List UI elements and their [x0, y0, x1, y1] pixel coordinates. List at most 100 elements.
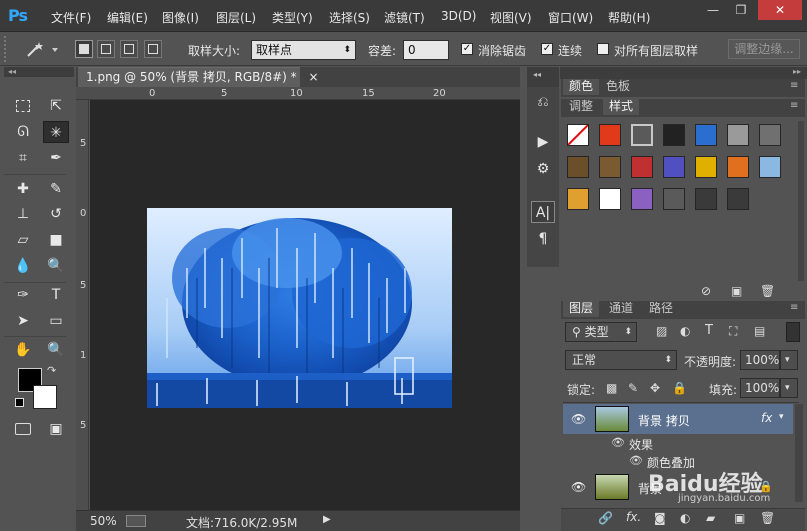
zoom-tool-icon[interactable]: 🔍 [43, 339, 69, 361]
default-colors-icon[interactable] [15, 398, 24, 407]
history-brush-tool-icon[interactable]: ↺ [43, 203, 69, 225]
swap-colors-icon[interactable]: ↷ [47, 364, 56, 377]
path-selection-tool-icon[interactable]: ➤ [10, 310, 36, 332]
tab-adjustments[interactable]: 调整 [563, 99, 599, 115]
layers-scrollbar[interactable] [795, 404, 803, 502]
add-selection-button[interactable] [97, 40, 115, 58]
document-image[interactable] [147, 208, 452, 408]
toolbox-collapse-icon[interactable]: ◂◂ [4, 67, 74, 77]
crop-tool-icon[interactable]: ⌗ [10, 147, 36, 169]
layer-row-background-copy[interactable]: 👁 背景 拷贝 fx ▾ [563, 404, 793, 434]
menu-type[interactable]: 类型(Y) [272, 9, 313, 26]
tolerance-input[interactable]: 0 [403, 40, 449, 60]
new-style-icon[interactable]: ▣ [731, 284, 742, 298]
status-menu-arrow-icon[interactable]: ▶ [323, 514, 331, 525]
magic-wand-tool-icon[interactable]: ✳ [43, 121, 69, 143]
style-swatch[interactable] [567, 188, 589, 210]
filter-toggle-switch[interactable] [786, 322, 800, 342]
adjustment-layer-icon[interactable]: ◐ [680, 511, 690, 525]
menu-edit[interactable]: 编辑(E) [107, 9, 148, 26]
dock-collapse-icon[interactable]: ◂◂ [527, 67, 559, 87]
dodge-tool-icon[interactable]: 🔍 [43, 255, 69, 277]
blur-tool-icon[interactable]: 💧 [10, 255, 36, 277]
properties-panel-icon[interactable]: ⚙ [531, 158, 555, 180]
sample-size-select[interactable]: 取样点 ⬍ [251, 40, 356, 60]
background-color-swatch[interactable] [33, 385, 57, 409]
panel-collapse-icon[interactable]: ▸▸ [560, 67, 807, 79]
character-panel-icon[interactable]: A| [531, 201, 555, 223]
effects-eye-icon[interactable]: 👁 [611, 436, 625, 449]
quick-mask-icon[interactable] [10, 418, 36, 440]
menu-help[interactable]: 帮助(H) [608, 9, 650, 26]
sample-all-layers-checkbox[interactable] [597, 43, 609, 55]
zoom-level[interactable]: 50% [90, 514, 117, 528]
filter-smart-object-icon[interactable]: ▤ [754, 324, 765, 338]
menu-layer[interactable]: 图层(L) [216, 9, 256, 26]
tab-layers[interactable]: 图层 [563, 301, 600, 317]
menu-filter[interactable]: 滤镜(T) [384, 9, 425, 26]
hand-tool-icon[interactable]: ✋ [10, 339, 36, 361]
new-layer-icon[interactable]: ▣ [734, 511, 745, 525]
style-swatch[interactable] [599, 156, 621, 178]
add-style-fx-icon[interactable]: fx. [626, 510, 641, 524]
panel-menu-icon[interactable]: ≡ [790, 100, 798, 111]
delete-layer-icon[interactable]: 🗑 [760, 511, 775, 525]
filter-adjustment-icon[interactable]: ◐ [680, 324, 690, 338]
menu-image[interactable]: 图像(I) [162, 9, 199, 26]
eyedropper-tool-icon[interactable]: ✒ [43, 147, 69, 169]
style-swatch[interactable] [727, 156, 749, 178]
fill-input[interactable]: 100% [740, 378, 780, 398]
delete-style-icon[interactable]: 🗑 [760, 284, 775, 298]
visibility-eye-icon[interactable]: 👁 [571, 480, 586, 494]
actions-panel-icon[interactable]: ▶ [531, 131, 555, 153]
antialias-checkbox[interactable]: ✓ [461, 43, 473, 55]
document-tab[interactable]: 1.png @ 50% (背景 拷贝, RGB/8#) * × [78, 67, 319, 87]
effect-eye-icon[interactable]: 👁 [629, 454, 643, 467]
style-swatch[interactable] [663, 124, 685, 146]
marquee-tool-icon[interactable] [10, 95, 36, 117]
lock-position-icon[interactable]: ✥ [650, 381, 660, 395]
lock-pixels-icon[interactable]: ✎ [628, 381, 638, 395]
expand-effects-icon[interactable]: ▾ [779, 412, 784, 422]
effects-row[interactable]: 👁 效果 [563, 434, 793, 452]
lock-all-icon[interactable]: 🔒 [672, 381, 687, 395]
move-tool-icon[interactable]: ⇱ [43, 95, 69, 117]
blend-mode-select[interactable]: 正常 ⬍ [565, 350, 677, 370]
new-selection-button[interactable] [75, 40, 93, 58]
filter-shape-icon[interactable]: ⛶ [729, 324, 737, 339]
style-swatch[interactable] [695, 156, 717, 178]
subtract-selection-button[interactable] [120, 40, 138, 58]
fx-badge-icon[interactable]: fx [761, 411, 772, 425]
style-swatch[interactable] [695, 188, 717, 210]
history-panel-icon[interactable]: ⎌ [531, 91, 555, 113]
style-swatch[interactable] [663, 188, 685, 210]
zoom-preview-icon[interactable] [126, 515, 146, 527]
fill-slider-toggle[interactable]: ▾ [780, 378, 798, 398]
menu-view[interactable]: 视图(V) [490, 9, 532, 26]
clone-stamp-tool-icon[interactable]: ⊥ [10, 203, 36, 225]
panel-menu-icon[interactable]: ≡ [790, 302, 798, 313]
rectangle-tool-icon[interactable]: ▭ [43, 310, 69, 332]
menu-file[interactable]: 文件(F) [51, 9, 91, 26]
paragraph-panel-icon[interactable]: ¶ [531, 228, 555, 250]
style-swatch[interactable] [727, 188, 749, 210]
style-swatch[interactable] [599, 124, 621, 146]
styles-scrollbar[interactable] [798, 121, 804, 281]
style-swatch[interactable] [631, 124, 653, 146]
gradient-tool-icon[interactable]: ■ [43, 229, 69, 251]
tab-color[interactable]: 颜色 [563, 79, 600, 95]
style-swatch[interactable] [759, 124, 781, 146]
lock-transparent-icon[interactable]: ▩ [606, 381, 617, 395]
healing-brush-tool-icon[interactable]: ✚ [10, 178, 36, 200]
visibility-eye-icon[interactable]: 👁 [571, 412, 586, 426]
tab-channels[interactable]: 通道 [603, 301, 639, 317]
intersect-selection-button[interactable] [144, 40, 162, 58]
style-swatch[interactable] [695, 124, 717, 146]
menu-3d[interactable]: 3D(D) [441, 9, 476, 23]
close-tab-icon[interactable]: × [308, 70, 318, 84]
filter-type-icon[interactable]: T [705, 323, 713, 338]
style-swatch[interactable] [727, 124, 749, 146]
style-swatch[interactable] [631, 188, 653, 210]
add-mask-icon[interactable]: ◙ [654, 511, 666, 525]
eraser-tool-icon[interactable]: ▱ [10, 229, 36, 251]
